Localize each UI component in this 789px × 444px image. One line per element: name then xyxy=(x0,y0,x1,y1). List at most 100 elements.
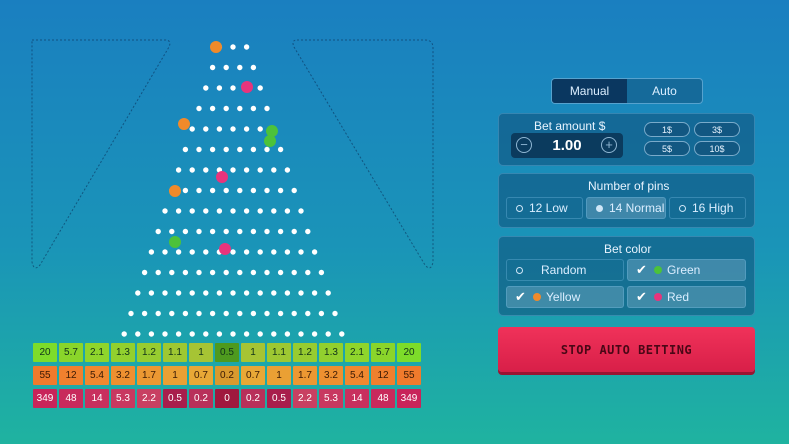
pins-option-label: 14 Normal xyxy=(609,201,665,215)
multiplier-cell: 0.5 xyxy=(163,389,187,408)
color-option-red[interactable]: ✔ Red xyxy=(627,286,746,308)
pin xyxy=(182,228,189,235)
pin xyxy=(148,249,155,255)
multiplier-cell: 14 xyxy=(85,389,109,408)
multiplier-cell: 1.3 xyxy=(111,343,135,362)
mode-toggle[interactable]: Manual Auto xyxy=(551,78,703,104)
pin xyxy=(203,126,209,132)
color-option-label: Green xyxy=(667,263,701,277)
multiplier-cell: 0.7 xyxy=(189,366,213,385)
color-option-yellow[interactable]: ✔ Yellow xyxy=(506,286,624,308)
left-guide xyxy=(31,39,171,269)
bet-amount-value[interactable]: 1.00 xyxy=(541,137,593,154)
multiplier-cell: 349 xyxy=(33,389,57,408)
pin xyxy=(237,310,243,317)
pin xyxy=(277,146,284,153)
pin xyxy=(209,146,216,153)
pin xyxy=(203,331,209,337)
chip-3[interactable]: 3$ xyxy=(694,122,740,137)
pin xyxy=(237,105,243,112)
multiplier-cell: 2.2 xyxy=(293,389,317,408)
pin xyxy=(223,310,229,317)
pin xyxy=(339,331,345,337)
pin xyxy=(223,146,229,153)
pin xyxy=(189,290,195,296)
pin xyxy=(284,331,291,337)
pin xyxy=(230,44,236,50)
pins-option-14[interactable]: 14 Normal xyxy=(586,197,666,219)
bet-amount-title: Bet amount $ xyxy=(534,119,606,133)
pin xyxy=(209,64,216,71)
pin xyxy=(305,310,311,317)
chip-10[interactable]: 10$ xyxy=(694,141,740,156)
multiplier-cell: 48 xyxy=(59,389,83,408)
pin xyxy=(277,228,284,235)
pin xyxy=(271,249,277,255)
multiplier-cell: 20 xyxy=(33,343,57,362)
pin xyxy=(271,208,277,214)
pin xyxy=(189,126,195,132)
pin xyxy=(250,105,257,112)
pin xyxy=(291,269,297,276)
multiplier-cell: 55 xyxy=(397,366,421,385)
pin xyxy=(223,228,229,235)
pin xyxy=(271,290,277,296)
pin xyxy=(243,208,250,214)
pin xyxy=(291,310,297,317)
pin xyxy=(196,269,202,276)
pin xyxy=(318,269,325,276)
pin xyxy=(148,331,155,337)
multiplier-cell: 5.4 xyxy=(85,366,109,385)
pin xyxy=(216,126,223,132)
color-option-label: Red xyxy=(667,290,690,304)
pin xyxy=(257,167,263,173)
pin xyxy=(230,249,236,255)
pin xyxy=(230,167,236,173)
pin xyxy=(298,208,304,214)
pins-option-12[interactable]: 12 Low xyxy=(506,197,583,219)
pin xyxy=(237,64,243,71)
multiplier-cell: 1.1 xyxy=(163,343,187,362)
ball xyxy=(178,118,190,130)
decrease-bet-button[interactable]: − xyxy=(516,137,532,153)
bet-amount-field[interactable]: − 1.00 + xyxy=(511,133,623,158)
multiplier-cell: 14 xyxy=(345,389,369,408)
pins-option-16[interactable]: 16 High xyxy=(669,197,746,219)
plinko-board xyxy=(31,39,434,337)
chip-1[interactable]: 1$ xyxy=(644,122,690,137)
manual-tab[interactable]: Manual xyxy=(552,79,627,103)
pin xyxy=(209,187,216,194)
pin xyxy=(305,269,311,276)
pin xyxy=(250,269,257,276)
pin xyxy=(209,269,216,276)
multiplier-cell: 1.7 xyxy=(293,366,317,385)
pin xyxy=(305,228,311,235)
pin xyxy=(230,290,236,296)
auto-tab[interactable]: Auto xyxy=(627,79,702,103)
pin xyxy=(216,208,223,214)
pin xyxy=(223,187,229,194)
pin xyxy=(175,331,182,337)
multiplier-cell: 20 xyxy=(397,343,421,362)
pin xyxy=(250,228,257,235)
pin xyxy=(196,310,202,317)
color-option-random[interactable]: Random xyxy=(506,259,624,281)
pin xyxy=(257,290,263,296)
pin xyxy=(243,249,250,255)
multiplier-cell: 5.7 xyxy=(371,343,395,362)
pin xyxy=(121,331,127,337)
pin xyxy=(264,187,270,194)
stop-auto-betting-button[interactable]: STOP AUTO BETTING xyxy=(498,327,755,372)
pin xyxy=(141,269,148,276)
pin xyxy=(169,269,175,276)
check-icon: ✔ xyxy=(515,289,526,304)
pin xyxy=(203,167,209,173)
color-option-green[interactable]: ✔ Green xyxy=(627,259,746,281)
chip-5[interactable]: 5$ xyxy=(644,141,690,156)
increase-bet-button[interactable]: + xyxy=(601,137,617,153)
pin xyxy=(311,290,318,296)
pin xyxy=(257,126,263,132)
pins-panel-title: Number of pins xyxy=(588,179,670,193)
pin xyxy=(175,167,182,173)
pin xyxy=(298,249,304,255)
